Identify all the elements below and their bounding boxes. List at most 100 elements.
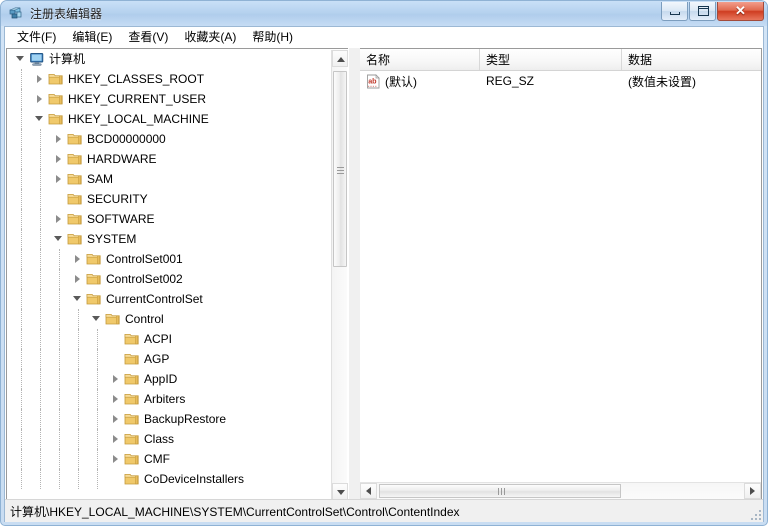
folder-icon — [67, 131, 83, 147]
tree-item-system[interactable]: SYSTEM — [7, 229, 334, 249]
expand-toggle-icon[interactable] — [108, 369, 124, 389]
registry-editor-icon — [8, 6, 24, 22]
tree-vertical-scrollbar[interactable] — [331, 50, 348, 499]
expand-toggle-icon[interactable] — [51, 129, 67, 149]
list-scrollbar-thumb[interactable] — [379, 484, 621, 498]
folder-icon — [86, 291, 102, 307]
tree-indent — [7, 449, 108, 469]
tree-item-appid[interactable]: AppID — [7, 369, 334, 389]
tree-item-controlset001[interactable]: ControlSet001 — [7, 249, 334, 269]
collapse-toggle-icon[interactable] — [70, 289, 86, 309]
tree-indent — [7, 69, 32, 89]
menu-help[interactable]: 帮助(H) — [244, 27, 301, 48]
expand-toggle-icon[interactable] — [51, 169, 67, 189]
expand-toggle-icon[interactable] — [51, 149, 67, 169]
list-horizontal-scrollbar[interactable] — [360, 482, 761, 499]
tree-indent — [7, 369, 108, 389]
tree-item-currentcontrolset[interactable]: CurrentControlSet — [7, 289, 334, 309]
collapse-toggle-icon[interactable] — [89, 309, 105, 329]
list-column-headers: 名称 类型 数据 — [360, 49, 761, 71]
window-title: 注册表编辑器 — [30, 7, 103, 21]
expand-toggle-icon[interactable] — [70, 269, 86, 289]
collapse-toggle-icon[interactable] — [13, 49, 29, 69]
expand-toggle-icon[interactable] — [32, 89, 48, 109]
tree-item-sam[interactable]: SAM — [7, 169, 334, 189]
tree-item-label: CurrentControlSet — [106, 292, 203, 306]
scroll-down-button[interactable] — [332, 483, 348, 499]
menu-file[interactable]: 文件(F) — [9, 27, 64, 48]
tree-item-hkey-classes-root[interactable]: HKEY_CLASSES_ROOT — [7, 69, 334, 89]
tree-item-hkey-local-machine[interactable]: HKEY_LOCAL_MACHINE — [7, 109, 334, 129]
column-header-type[interactable]: 类型 — [480, 49, 622, 70]
tree-item-agp[interactable]: AGP — [7, 349, 334, 369]
tree-item-arbiters[interactable]: Arbiters — [7, 389, 334, 409]
folder-icon — [48, 111, 64, 127]
menu-view[interactable]: 查看(V) — [120, 27, 176, 48]
maximize-button[interactable] — [689, 2, 716, 21]
close-button[interactable]: ✕ — [717, 2, 764, 21]
tree-item-label: Class — [144, 432, 175, 446]
folder-icon — [48, 91, 64, 107]
tree-item-class[interactable]: Class — [7, 429, 334, 449]
expand-toggle-icon[interactable] — [70, 249, 86, 269]
expand-toggle-icon[interactable] — [108, 449, 124, 469]
registry-values-pane[interactable]: 名称 类型 数据 ab (默认) REG_SZ (数值未设置) — [360, 48, 762, 500]
chevron-down-icon — [337, 490, 345, 495]
tree-item-software[interactable]: SOFTWARE — [7, 209, 334, 229]
tree-item-controlset002[interactable]: ControlSet002 — [7, 269, 334, 289]
menu-edit[interactable]: 编辑(E) — [64, 27, 120, 48]
tree-item-security[interactable]: SECURITY — [7, 189, 334, 209]
column-header-data[interactable]: 数据 — [622, 49, 761, 70]
close-icon: ✕ — [735, 2, 746, 18]
tree-indent — [7, 409, 108, 429]
collapse-toggle-icon[interactable] — [51, 229, 67, 249]
tree-scrollbar-thumb[interactable] — [333, 71, 347, 267]
client-area: 文件(F) 编辑(E) 查看(V) 收藏夹(A) 帮助(H) 计算机 HKEY_C… — [4, 26, 764, 522]
registry-editor-window: 注册表编辑器 ✕ 文件(F) 编辑(E) 查看(V) 收藏夹(A) 帮助(H) — [0, 0, 768, 526]
registry-tree-pane[interactable]: 计算机 HKEY_CLASSES_ROOT HKEY_CURRENT_USER HKE… — [6, 48, 348, 500]
tree-item-hardware[interactable]: HARDWARE — [7, 149, 334, 169]
collapse-toggle-icon[interactable] — [32, 109, 48, 129]
expand-toggle-icon[interactable] — [108, 389, 124, 409]
scroll-right-button[interactable] — [744, 483, 761, 499]
tree-indent — [7, 389, 108, 409]
tree-item-acpi[interactable]: ACPI — [7, 329, 334, 349]
titlebar[interactable]: 注册表编辑器 ✕ — [1, 1, 767, 26]
tree-item-control[interactable]: Control — [7, 309, 334, 329]
tree-item-label: HARDWARE — [87, 152, 157, 166]
resize-grip[interactable] — [748, 507, 761, 520]
status-path-text: 计算机\HKEY_LOCAL_MACHINE\SYSTEM\CurrentCon… — [10, 504, 460, 519]
folder-icon — [48, 71, 64, 87]
minimize-button[interactable] — [661, 2, 688, 21]
tree-item-hkey-current-user[interactable]: HKEY_CURRENT_USER — [7, 89, 334, 109]
column-header-name[interactable]: 名称 — [360, 49, 480, 70]
tree-item-label: HKEY_CURRENT_USER — [68, 92, 207, 106]
computer-icon — [29, 51, 45, 67]
menubar: 文件(F) 编辑(E) 查看(V) 收藏夹(A) 帮助(H) — [5, 27, 763, 48]
tree-item-label: BackupRestore — [144, 412, 227, 426]
expand-toggle-icon[interactable] — [32, 69, 48, 89]
tree-item-bcd00000000[interactable]: BCD00000000 — [7, 129, 334, 149]
expand-toggle-icon[interactable] — [51, 209, 67, 229]
scroll-up-button[interactable] — [332, 50, 348, 67]
tree-indent — [7, 289, 70, 309]
table-row[interactable]: ab (默认) REG_SZ (数值未设置) — [360, 71, 761, 91]
list-body: ab (默认) REG_SZ (数值未设置) — [360, 71, 761, 478]
tree-item-cmf[interactable]: CMF — [7, 449, 334, 469]
tree-item-backuprestore[interactable]: BackupRestore — [7, 409, 334, 429]
tree-indent — [7, 329, 108, 349]
folder-icon — [86, 271, 102, 287]
tree-item-codeviceinstallers[interactable]: CoDeviceInstallers — [7, 469, 334, 489]
expand-toggle-icon[interactable] — [108, 429, 124, 449]
folder-icon — [124, 391, 140, 407]
tree-item--[interactable]: 计算机 — [7, 49, 334, 69]
scroll-left-button[interactable] — [360, 483, 377, 499]
expand-toggle-icon[interactable] — [108, 409, 124, 429]
menu-favorites[interactable]: 收藏夹(A) — [176, 27, 244, 48]
tree-item-label: AGP — [144, 352, 170, 366]
pane-splitter[interactable] — [349, 48, 360, 500]
folder-icon — [67, 191, 83, 207]
tree-item-label: ControlSet001 — [106, 252, 183, 266]
